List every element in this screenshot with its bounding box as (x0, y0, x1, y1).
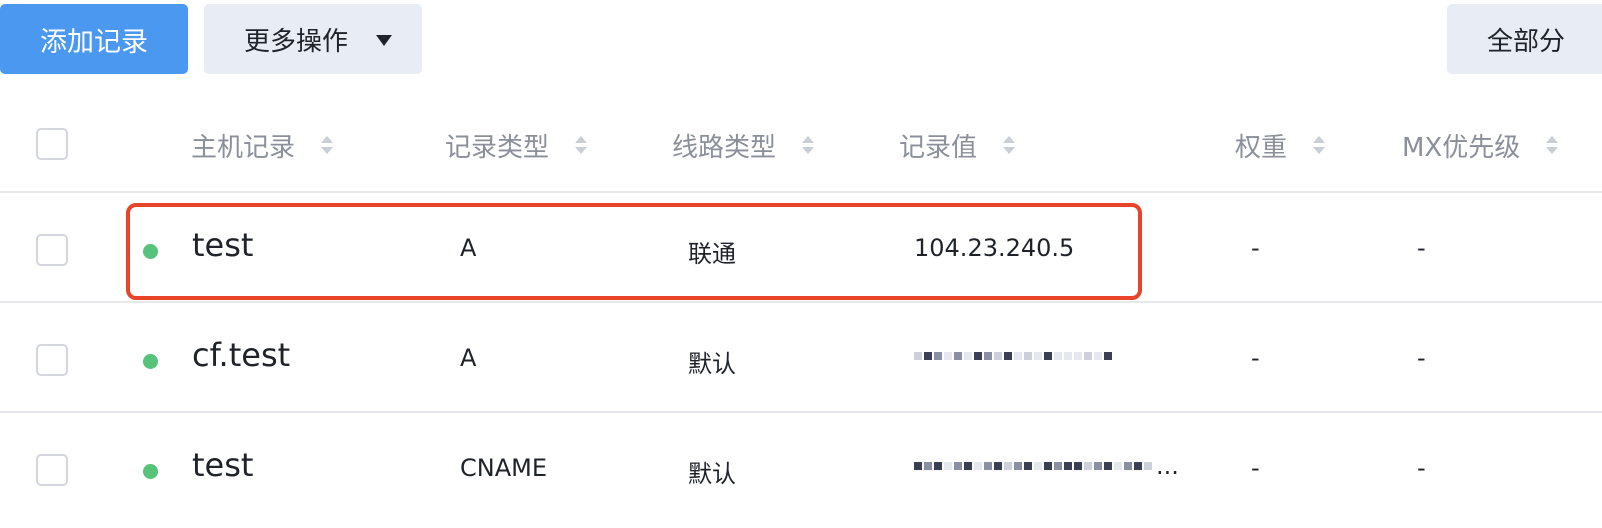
more-actions-label: 更多操作 (244, 26, 349, 57)
add-record-button[interactable]: 添加记录 (0, 4, 188, 74)
column-header-label: MX优先级 (1402, 132, 1521, 163)
sort-icon[interactable] (1313, 134, 1326, 156)
mx-cell: - (1417, 344, 1426, 372)
obscured-value: ... (914, 452, 1179, 480)
mx-cell: - (1417, 234, 1426, 262)
select-all-checkbox[interactable] (36, 128, 68, 160)
host-cell: test (192, 446, 254, 484)
sort-icon[interactable] (802, 134, 815, 156)
weight-cell: - (1251, 344, 1260, 372)
column-header-label: 线路类型 (672, 132, 777, 163)
row-checkbox[interactable] (36, 344, 68, 376)
header-divider (0, 191, 1602, 193)
row-divider (0, 301, 1602, 303)
column-header-label: 权重 (1235, 132, 1288, 163)
type-cell: CNAME (460, 454, 547, 482)
line-cell: 默认 (688, 350, 736, 378)
weight-cell: - (1251, 454, 1260, 482)
sort-icon[interactable] (575, 134, 588, 156)
row-divider (0, 411, 1602, 413)
filter-all-button[interactable]: 全部分 (1447, 4, 1602, 74)
column-header-label: 记录类型 (445, 132, 550, 163)
more-actions-dropdown[interactable]: 更多操作 (204, 4, 422, 74)
line-cell: 默认 (688, 460, 736, 488)
column-header-label: 主机记录 (191, 132, 296, 163)
sort-icon[interactable] (1003, 134, 1016, 156)
obscured-value (914, 349, 1112, 363)
column-header-host[interactable]: 主机记录 (191, 127, 334, 163)
host-cell: cf.test (192, 336, 291, 374)
status-dot-icon (143, 354, 158, 369)
status-dot-icon (143, 464, 158, 479)
column-header-line[interactable]: 线路类型 (672, 127, 815, 163)
column-header-value[interactable]: 记录值 (899, 127, 1016, 163)
column-header-weight[interactable]: 权重 (1235, 127, 1326, 163)
caret-down-icon (376, 35, 392, 46)
highlight-box (126, 203, 1142, 300)
value-ellipsis: ... (1156, 452, 1179, 480)
column-header-label: 记录值 (899, 132, 978, 163)
mx-cell: - (1417, 454, 1426, 482)
column-header-type[interactable]: 记录类型 (445, 127, 588, 163)
weight-cell: - (1251, 234, 1260, 262)
column-header-mx[interactable]: MX优先级 (1402, 127, 1559, 163)
row-checkbox[interactable] (36, 454, 68, 486)
sort-icon[interactable] (321, 134, 334, 156)
type-cell: A (460, 344, 477, 372)
sort-icon[interactable] (1546, 134, 1559, 156)
row-checkbox[interactable] (36, 234, 68, 266)
